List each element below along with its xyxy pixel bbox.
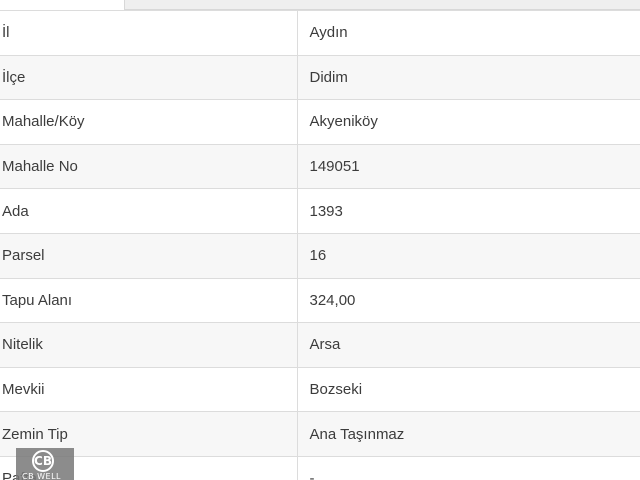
brand-watermark: CB CB WELL bbox=[16, 448, 74, 480]
row-value: 324,00 bbox=[297, 277, 640, 324]
brand-logo-icon: CB bbox=[32, 450, 54, 472]
table-row: İlçe Didim bbox=[0, 54, 640, 101]
top-bar bbox=[0, 0, 640, 10]
row-value: 16 bbox=[297, 232, 640, 279]
row-label: Mahalle/Köy bbox=[0, 99, 298, 145]
row-value: Arsa bbox=[297, 322, 640, 368]
table-row: Mahalle/Köy Akyeniköy bbox=[0, 99, 640, 145]
row-label: Parsel bbox=[0, 232, 298, 279]
table-row: Mahalle No 149051 bbox=[0, 143, 640, 190]
top-tab-strip bbox=[124, 0, 640, 10]
row-label: Ada bbox=[0, 188, 298, 234]
table-row: Tapu Alanı 324,00 bbox=[0, 277, 640, 324]
row-value: Ana Taşınmaz bbox=[297, 411, 640, 457]
table-row: Mevkii Bozseki bbox=[0, 366, 640, 413]
row-value: - bbox=[297, 455, 640, 480]
table-row: Zemin Tip Ana Taşınmaz bbox=[0, 411, 640, 457]
brand-name: CB WELL bbox=[22, 472, 61, 480]
parcel-info-table: İl Aydın İlçe Didim Mahalle/Köy Akyenikö… bbox=[0, 10, 640, 480]
row-value: Aydın bbox=[297, 10, 640, 56]
row-label: Mevkii bbox=[0, 366, 298, 413]
row-value: Akyeniköy bbox=[297, 99, 640, 145]
row-label: Nitelik bbox=[0, 322, 298, 368]
table-row: İl Aydın bbox=[0, 10, 640, 56]
row-label: Tapu Alanı bbox=[0, 277, 298, 324]
row-label: İl bbox=[0, 10, 298, 56]
table-row: Nitelik Arsa bbox=[0, 322, 640, 368]
row-label: İlçe bbox=[0, 54, 298, 101]
row-value: Bozseki bbox=[297, 366, 640, 413]
row-label: Mahalle No bbox=[0, 143, 298, 190]
table-row: Parsel 16 bbox=[0, 232, 640, 279]
table-row: Ada 1393 bbox=[0, 188, 640, 234]
row-value: 1393 bbox=[297, 188, 640, 234]
row-value: 149051 bbox=[297, 143, 640, 190]
page: İl Aydın İlçe Didim Mahalle/Köy Akyenikö… bbox=[0, 0, 640, 480]
row-value: Didim bbox=[297, 54, 640, 101]
table-row: Pafta - bbox=[0, 455, 640, 480]
